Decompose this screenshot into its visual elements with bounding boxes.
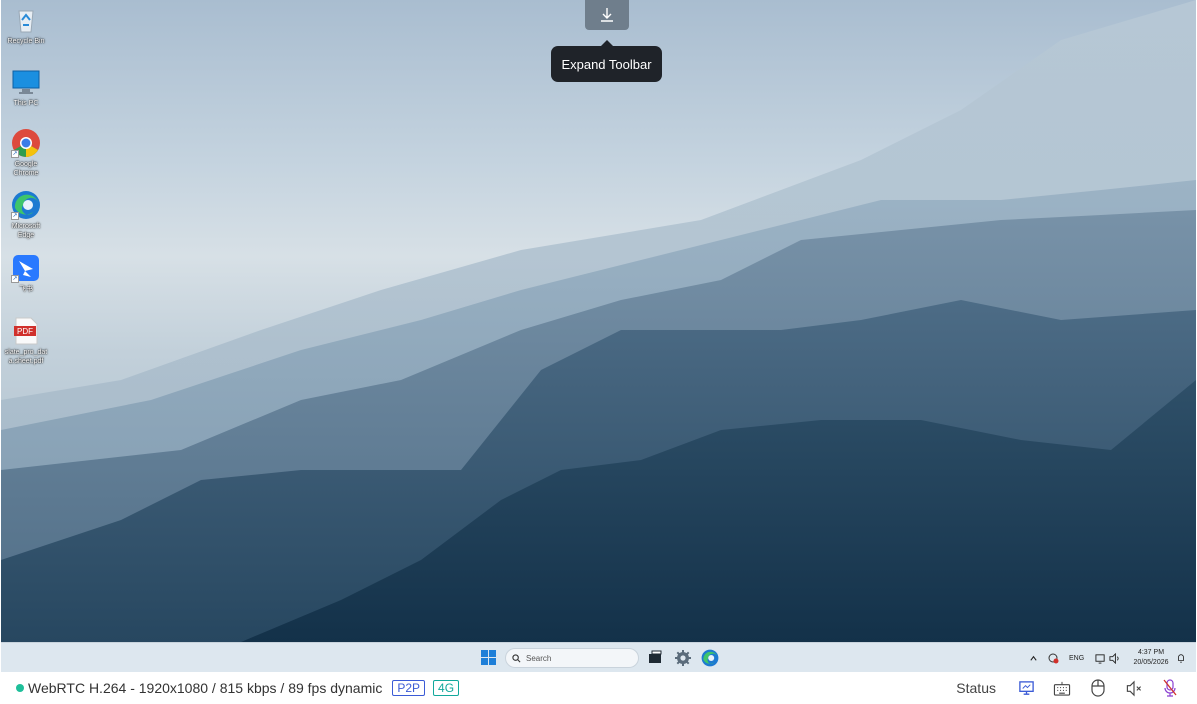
desktop-icon-chrome[interactable]: ↗ Google Chrome	[3, 128, 49, 178]
recycle-bin-icon	[11, 5, 41, 35]
search-icon	[512, 653, 521, 662]
windows-logo-tile	[489, 650, 496, 657]
edge-icon	[701, 649, 719, 667]
download-arrow-icon	[601, 8, 613, 22]
desktop-icon-label: slate_pro_dat a.sheet.pdf	[4, 349, 48, 365]
expand-toolbar-tooltip: Expand Toolbar	[551, 40, 662, 82]
mouse-button[interactable]	[1089, 679, 1107, 697]
microphone-muted-icon	[1163, 679, 1177, 697]
desktop-icon-label: This PC	[13, 100, 39, 107]
notification-icon	[1178, 654, 1184, 663]
taskbar-settings[interactable]	[674, 649, 692, 667]
monitor-icon	[11, 67, 41, 97]
pdf-icon: PDF	[11, 316, 41, 346]
taskbar-search[interactable]: Search	[505, 648, 639, 668]
clock-time: 4:37 PM	[1137, 649, 1165, 656]
taskbar-edge[interactable]	[701, 649, 719, 667]
connection-info: WebRTC H.264 - 1920x1080 / 815 kbps / 89…	[28, 680, 383, 696]
taskbar-file-explorer[interactable]	[647, 649, 665, 667]
desktop-icon-feishu[interactable]: ↗ 飞书	[3, 253, 49, 294]
desktop-icon-label: 飞书	[19, 286, 33, 293]
keyboard-icon	[1053, 681, 1071, 696]
speaker-muted-icon	[1126, 680, 1142, 696]
tray-overflow-button[interactable]	[1029, 643, 1038, 673]
connection-indicator	[16, 684, 24, 692]
connection-status-bar: WebRTC H.264 - 1920x1080 / 815 kbps / 89…	[0, 672, 1197, 704]
windows-logo-tile	[481, 650, 488, 657]
display-button[interactable]	[1017, 679, 1035, 697]
clock-date: 20/05/2026	[1133, 659, 1169, 666]
expand-toolbar-button[interactable]	[585, 0, 629, 30]
shortcut-arrow-icon: ↗	[11, 150, 19, 158]
desktop-icon-edge[interactable]: ↗ Microsoft Edge	[3, 190, 49, 240]
gear-icon	[675, 650, 691, 666]
language-indicator: ENG	[1069, 654, 1085, 662]
mouse-icon	[1091, 679, 1105, 697]
search-placeholder: Search	[526, 653, 552, 663]
windows-logo-tile	[481, 658, 488, 665]
task-view-icon	[649, 650, 662, 663]
chevron-up-icon	[1030, 655, 1037, 661]
p2p-badge: P2P	[392, 680, 426, 696]
edge-icon: ↗	[11, 190, 41, 220]
windows-taskbar: Search ENG 4:37 PM 20/05/2026	[1, 642, 1196, 672]
desktop-icon-label: Microsoft Edge	[11, 223, 41, 239]
feishu-icon: ↗	[11, 253, 41, 283]
network-type-badge: 4G	[433, 680, 460, 696]
shortcut-arrow-icon: ↗	[11, 275, 19, 283]
speaker-icon	[1109, 652, 1119, 664]
shortcut-arrow-icon: ↗	[11, 212, 19, 220]
tray-security[interactable]	[1047, 643, 1059, 673]
sync-alert-icon	[1048, 653, 1059, 664]
microphone-button[interactable]	[1161, 679, 1179, 697]
tray-language[interactable]: ENG	[1069, 643, 1084, 673]
windows-logo-tile	[489, 658, 496, 665]
tray-volume[interactable]	[1109, 643, 1120, 673]
desktop-icon-label: Recycle Bin	[7, 38, 45, 45]
desktop-icon-pdf-file[interactable]: PDF slate_pro_dat a.sheet.pdf	[3, 316, 49, 366]
chrome-icon: ↗	[11, 128, 41, 158]
tray-notifications[interactable]	[1176, 643, 1186, 673]
taskbar-clock[interactable]: 4:37 PM 20/05/2026	[1129, 648, 1173, 668]
keyboard-button[interactable]	[1053, 679, 1071, 697]
start-button[interactable]	[481, 650, 496, 665]
remote-desktop[interactable]: Recycle Bin This PC ↗ Google Chrome ↗ Mi…	[1, 0, 1196, 642]
tray-network[interactable]	[1095, 643, 1106, 673]
status-button[interactable]: Status	[956, 680, 996, 696]
monitor-icon	[1018, 680, 1034, 695]
network-icon	[1095, 653, 1105, 664]
desktop-icon-recycle-bin[interactable]: Recycle Bin	[3, 5, 49, 46]
mute-speaker-button[interactable]	[1125, 679, 1143, 697]
status-controls: Status	[956, 672, 1197, 704]
wallpaper-mountains	[1, 0, 1196, 642]
desktop-icon-this-pc[interactable]: This PC	[3, 67, 49, 108]
pdf-badge: PDF	[17, 327, 33, 336]
desktop-icon-label: Google Chrome	[13, 161, 39, 177]
